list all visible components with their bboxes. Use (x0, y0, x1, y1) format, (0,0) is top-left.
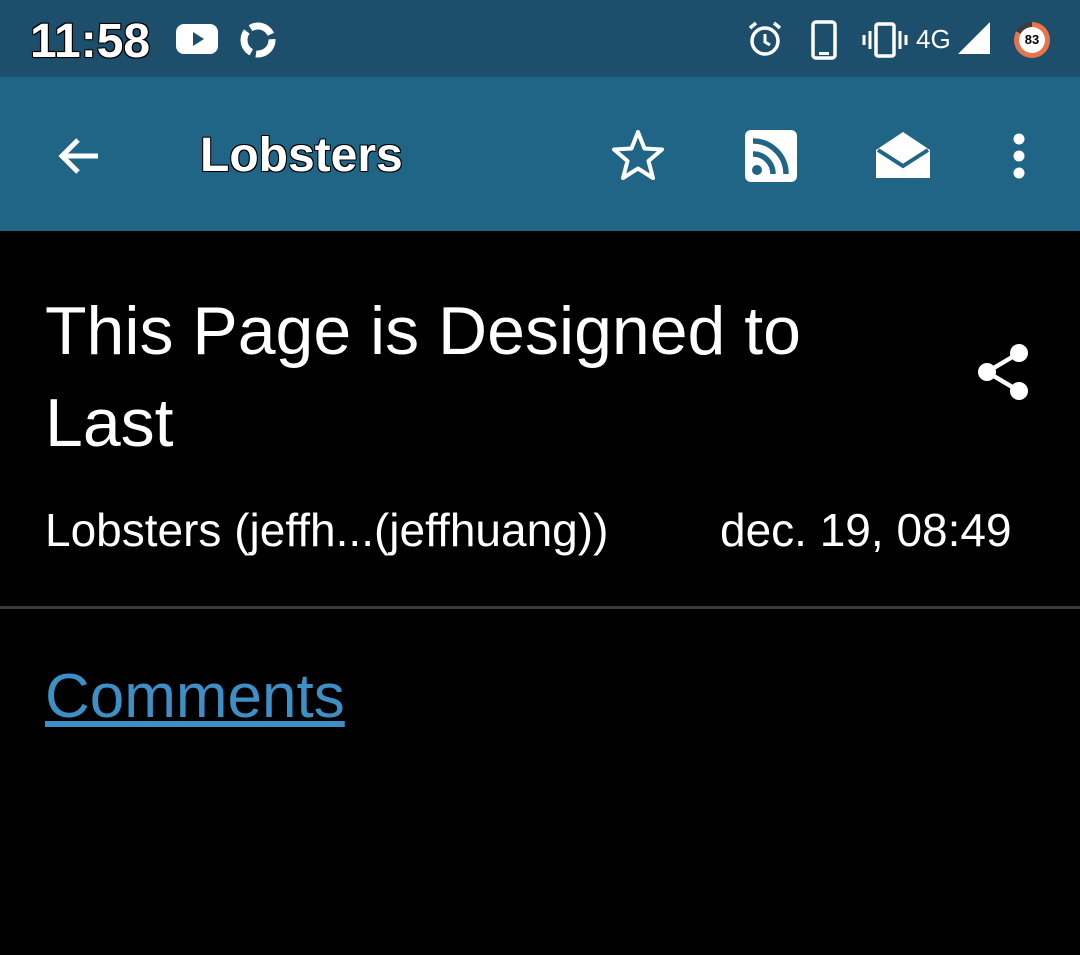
app-title: Lobsters (200, 129, 403, 182)
share-button[interactable] (972, 340, 1036, 404)
status-bar: 11:58 4G 83 (0, 0, 1080, 77)
divider (0, 606, 1080, 609)
favorite-button[interactable] (604, 122, 672, 190)
mark-read-button[interactable] (868, 122, 938, 190)
signal-icon (958, 22, 990, 54)
battery-icon: 83 (1014, 22, 1050, 58)
share-icon (978, 344, 1028, 400)
star-icon (612, 130, 664, 180)
sync-icon (240, 22, 276, 58)
battery-level: 83 (1019, 27, 1045, 53)
network-type: 4G (916, 24, 951, 54)
comments-link[interactable]: Comments (45, 660, 345, 734)
more-options-button[interactable] (996, 122, 1042, 190)
article-title: This Page is Designed to Last (45, 293, 801, 461)
alarm-icon (748, 21, 782, 56)
back-arrow-icon (58, 138, 98, 174)
more-vert-icon (1013, 133, 1025, 179)
rss-icon (745, 130, 797, 182)
back-button[interactable] (46, 124, 110, 188)
article-meta: Lobsters (jeffh...(jeffhuang)) dec. 19, … (45, 502, 1045, 558)
phone-icon (811, 20, 837, 60)
mail-open-icon (876, 132, 930, 178)
vibrate-icon (862, 22, 908, 58)
rss-button[interactable] (736, 122, 806, 190)
status-time: 11:58 (30, 15, 151, 68)
article-date: dec. 19, 08:49 (720, 504, 1012, 556)
youtube-icon (176, 24, 218, 54)
article-author: Lobsters (jeffh...(jeffhuang)) (45, 504, 609, 556)
